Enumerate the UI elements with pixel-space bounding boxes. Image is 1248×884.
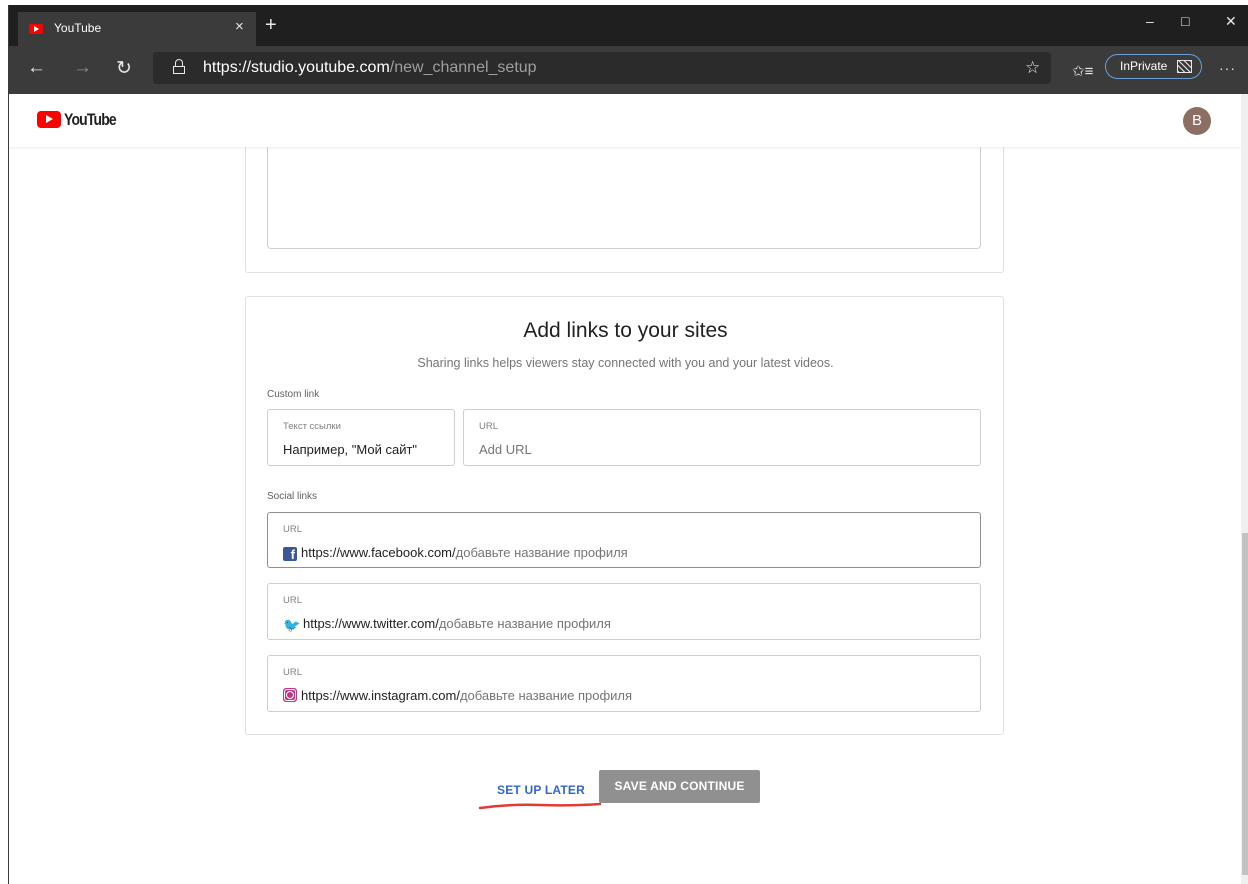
youtube-logo-text[interactable]: YouTube [64, 110, 117, 130]
custom-link-text-field[interactable]: Текст ссылки Например, "Мой сайт" [267, 409, 455, 466]
links-card: Add links to your sites Sharing links he… [245, 296, 1004, 735]
facebook-icon: f [283, 547, 297, 562]
browser-window: YouTube × + – □ ✕ ← → ↻ https://studio.y… [8, 5, 1248, 884]
page-content: YouTube B Add links to your sites Sharin… [9, 94, 1241, 884]
favorites-list-icon[interactable]: ✩≡ [1072, 62, 1093, 80]
tab-title: YouTube [54, 21, 102, 35]
field-value: Например, "Мой сайт" [283, 442, 418, 457]
inprivate-label: InPrivate [1120, 59, 1168, 73]
scrollbar-thumb[interactable] [1242, 533, 1248, 875]
facebook-url-field[interactable]: URL f https://www.facebook.com/добавьте н… [267, 512, 981, 568]
twitter-url-field[interactable]: URL 🐦 https://www.twitter.com/добавьте на… [267, 583, 981, 640]
save-and-continue-button[interactable]: SAVE AND CONTINUE [599, 770, 760, 803]
avatar[interactable]: B [1183, 107, 1211, 135]
minimize-button[interactable]: – [1146, 13, 1154, 29]
instagram-url-field[interactable]: URL https://www.instagram.com/добавьте н… [267, 655, 981, 712]
field-label: URL [283, 595, 303, 606]
inprivate-icon [1177, 60, 1192, 73]
instagram-icon [283, 688, 297, 702]
refresh-icon[interactable]: ↻ [116, 57, 132, 80]
field-label: URL [283, 524, 303, 535]
lock-icon [173, 59, 185, 74]
custom-link-url-field[interactable]: URL Add URL [463, 409, 981, 466]
links-card-title: Add links to your sites [523, 319, 728, 342]
field-value: 🐦 https://www.twitter.com/добавьте назван… [283, 616, 611, 633]
inprivate-badge[interactable]: InPrivate [1105, 54, 1202, 79]
description-card [245, 134, 1004, 273]
links-card-subtitle: Sharing links helps viewers stay connect… [417, 356, 834, 370]
field-label: URL [479, 421, 499, 432]
back-icon[interactable]: ← [27, 57, 46, 79]
custom-link-label: Custom link [267, 389, 320, 400]
forward-icon[interactable]: → [73, 57, 92, 79]
new-tab-button[interactable]: + [265, 15, 277, 35]
field-value: https://www.instagram.com/добавьте назва… [283, 688, 632, 703]
maximize-button[interactable]: □ [1181, 13, 1189, 29]
field-value: f https://www.facebook.com/добавьте назва… [283, 545, 628, 562]
twitter-icon: 🐦 [283, 617, 301, 633]
more-menu-icon[interactable]: ··· [1219, 60, 1236, 76]
field-label: Текст ссылки [283, 421, 341, 432]
browser-toolbar: ← → ↻ https://studio.youtube.com/new_cha… [9, 46, 1248, 94]
url-text: https://studio.youtube.com/new_channel_s… [203, 59, 537, 76]
address-bar[interactable]: https://studio.youtube.com/new_channel_s… [153, 52, 1051, 84]
field-placeholder: Add URL [479, 442, 532, 457]
youtube-favicon-icon [29, 24, 43, 34]
youtube-logo-icon[interactable] [37, 111, 61, 128]
close-window-button[interactable]: ✕ [1225, 13, 1237, 30]
browser-tab[interactable]: YouTube × [18, 12, 256, 46]
favorite-star-icon[interactable]: ☆ [1025, 58, 1040, 78]
social-links-label: Social links [267, 491, 318, 502]
description-textarea[interactable] [267, 134, 981, 249]
field-label: URL [283, 667, 303, 678]
red-underline-annotation [478, 802, 602, 810]
tab-close-icon[interactable]: × [235, 18, 244, 35]
youtube-header: YouTube B [9, 94, 1241, 147]
title-bar: YouTube × + – □ ✕ [9, 5, 1248, 46]
